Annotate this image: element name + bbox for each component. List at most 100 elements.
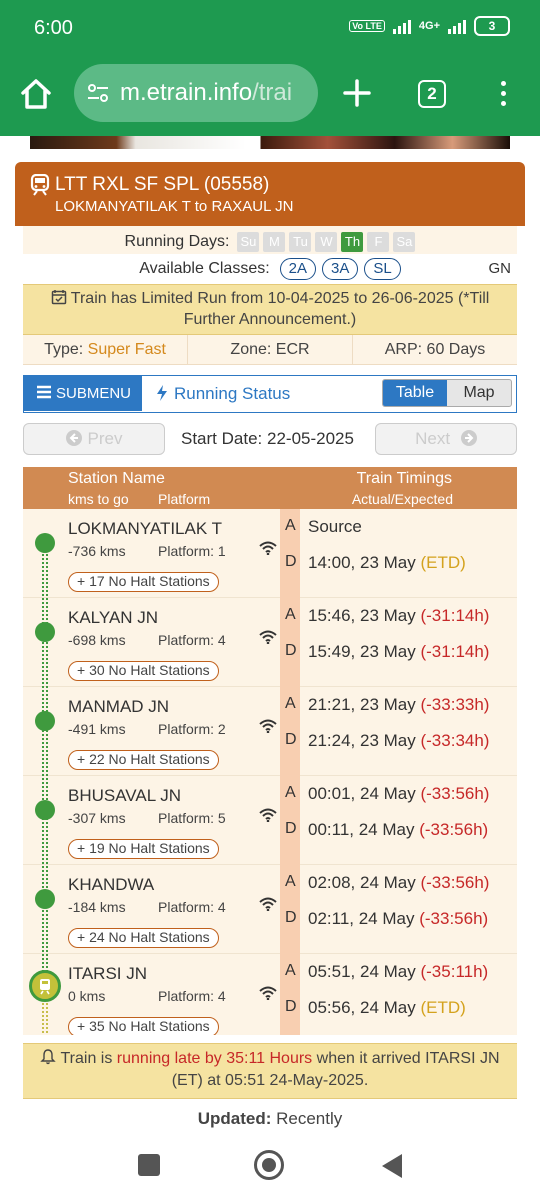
departure-marker: D [285,553,297,570]
no-halt-stations-button[interactable]: + 17 No Halt Stations [68,572,219,592]
home-button[interactable] [254,1150,284,1180]
wifi-icon [259,897,277,911]
browser-toolbar: m.etrain.info/trai 2 [0,56,540,136]
type-value[interactable]: Super Fast [88,341,166,358]
ad-banner[interactable] [30,136,510,149]
no-halt-stations-button[interactable]: + 30 No Halt Stations [68,661,219,681]
departure-delay: (-33:56h) [419,909,489,928]
day-badge-active: Th [341,232,364,252]
wifi-icon [259,630,277,644]
table-view-button[interactable]: Table [383,380,447,406]
station-list[interactable]: LOKMANYATILAK T -736 kms Platform: 1 + 1… [23,509,517,1035]
prev-button[interactable]: Prev [23,423,165,455]
station-row[interactable]: KHANDWA -184 kms Platform: 4 + 24 No Hal… [23,865,517,954]
start-date[interactable]: Start Date: 22-05-2025 [181,429,354,449]
no-halt-stations-button[interactable]: + 35 No Halt Stations [68,1017,219,1035]
arp-cell: ARP: 60 Days [384,341,486,358]
next-button[interactable]: Next [375,423,517,455]
new-tab-icon[interactable] [342,78,372,108]
arrow-left-circle-icon [65,430,82,446]
departure-marker: D [285,820,297,837]
url-domain: m.etrain.info [120,79,253,106]
recents-button[interactable] [138,1154,160,1176]
running-days-row: Running Days: Su M Tu W Th F Sa [23,226,517,254]
url-text[interactable]: m.etrain.info/trai [120,79,292,107]
prev-label: Prev [87,429,123,448]
calendar-check-icon [51,290,66,305]
station-dot [35,622,55,642]
station-dot [35,889,55,909]
site-settings-icon[interactable] [86,81,110,105]
arrival-marker: A [285,517,296,534]
arrival-marker: A [285,606,296,623]
departure-time: 02:11, 24 May (-33:56h) [308,909,488,929]
station-row[interactable]: KALYAN JN -698 kms Platform: 4 + 30 No H… [23,598,517,687]
no-halt-stations-button[interactable]: + 19 No Halt Stations [68,839,219,859]
quota-label[interactable]: GN [489,260,512,277]
station-row[interactable]: MANMAD JN -491 kms Platform: 2 + 22 No H… [23,687,517,776]
arrival-time: 02:08, 24 May (-33:56h) [308,873,489,893]
view-toggle: Table Map [382,379,512,407]
station-row-current[interactable]: ITARSI JN 0 kms Platform: 4 + 35 No Halt… [23,954,517,1035]
arrival-time: 00:01, 24 May (-33:56h) [308,784,489,804]
day-badge: Sa [393,232,416,252]
platform-header: Platform [158,491,211,507]
departure-time-value: 21:24, 23 May [308,731,416,750]
map-view-button[interactable]: Map [447,380,511,406]
running-status-tab[interactable]: Running Status [156,384,290,404]
signal-icon-2 [448,18,466,34]
url-bar[interactable]: m.etrain.info/trai [74,64,318,122]
station-dot [35,800,55,820]
day-badge: Tu [289,232,312,252]
arrival-delay: (-33:56h) [420,873,490,892]
arrival-delay: (-33:33h) [420,695,490,714]
day-badge: W [315,232,338,252]
overflow-menu-icon[interactable] [493,78,513,110]
station-name: KHANDWA [68,875,155,894]
zone-cell: Zone: ECR [188,335,353,364]
actual-expected-header: Actual/Expected [351,491,453,507]
battery-icon: 3 [474,16,510,36]
class-button-sl[interactable]: SL [364,258,401,280]
departure-time: 05:56, 24 May (ETD) [308,998,466,1018]
submenu-button[interactable]: SUBMENU [24,376,142,411]
station-dot [35,711,55,731]
home-icon[interactable] [18,76,54,112]
route-track [42,539,48,979]
url-path: /trai [252,79,293,106]
station-name: LOKMANYATILAK T [68,519,222,538]
back-button[interactable] [382,1154,402,1178]
no-halt-stations-button[interactable]: + 22 No Halt Stations [68,750,219,770]
delay-alert: Train is running late by 35:11 Hours whe… [23,1043,517,1099]
tab-switcher-button[interactable]: 2 [418,80,446,108]
station-row[interactable]: LOKMANYATILAK T -736 kms Platform: 1 + 1… [23,509,517,598]
arrival-delay: (-33:56h) [420,784,490,803]
class-button-2a[interactable]: 2A [279,258,317,280]
arrival-time-value: 21:21, 23 May [308,695,416,714]
arrival-delay: (-31:14h) [420,606,490,625]
clock: 6:00 [34,17,73,39]
station-kms: -184 kms [68,899,126,915]
arrival-delay: (-35:11h) [420,962,489,981]
station-kms: -736 kms [68,543,126,559]
arrival-time-value: 15:46, 23 May [308,606,416,625]
station-platform: Platform: 4 [158,899,226,915]
train-header: LTT RXL SF SPL (05558) LOKMANYATILAK T t… [15,162,525,226]
start-date-value: 22-05-2025 [267,429,354,448]
station-name: BHUSAVAL JN [68,786,182,805]
station-row[interactable]: BHUSAVAL JN -307 kms Platform: 5 + 19 No… [23,776,517,865]
system-navigation-bar [0,1138,540,1200]
no-halt-stations-button[interactable]: + 24 No Halt Stations [68,928,219,948]
alert-highlight: running late by 35:11 Hours [116,1050,313,1067]
limited-run-notice: Train has Limited Run from 10-04-2025 to… [23,284,517,335]
class-button-3a[interactable]: 3A [322,258,359,280]
updated-status: Updated: Recently [15,1109,525,1129]
arrival-time: 15:46, 23 May (-31:14h) [308,606,489,626]
day-badge: Su [237,232,260,252]
train-icon [30,174,50,196]
station-name: KALYAN JN [68,608,159,627]
departure-delay: (-33:34h) [420,731,490,750]
station-dot [35,533,55,553]
status-icons: Vo LTE 4G+ 3 [349,16,510,36]
departure-marker: D [285,731,297,748]
